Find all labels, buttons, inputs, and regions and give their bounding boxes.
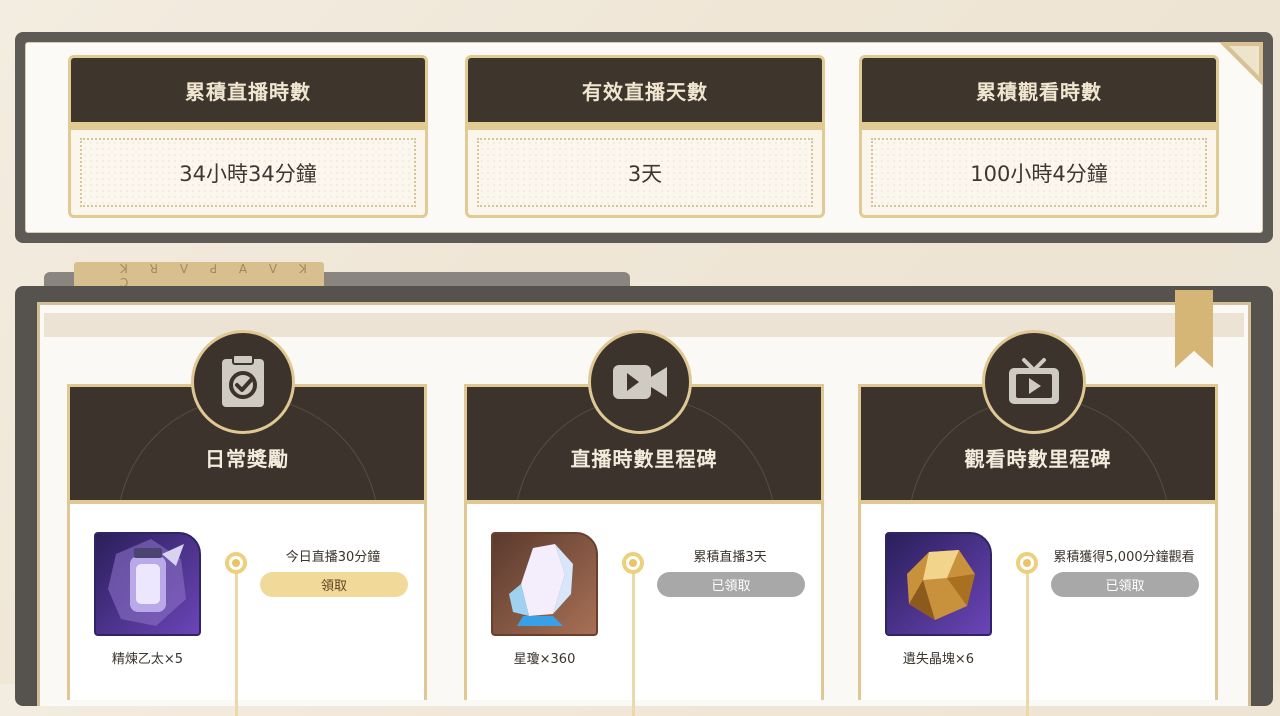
reward-card-watch-milestone: 遺失晶塊×6 累積獲得5,000分鐘觀看 已領取 (858, 500, 1218, 716)
claimed-button[interactable]: 已領取 (1051, 572, 1199, 597)
reward-condition: 累積獲得5,000分鐘觀看 (1053, 550, 1195, 565)
timeline-line (1026, 566, 1029, 716)
corner-fold-decoration (1219, 42, 1263, 86)
stat-card-watch-hours: 累積觀看時數 100小時4分鐘 (859, 55, 1219, 218)
stat-value: 100小時4分鐘 (871, 138, 1207, 207)
stat-value: 3天 (477, 138, 813, 207)
claim-button[interactable]: 領取 (260, 572, 408, 597)
timeline-dot (622, 552, 644, 574)
item-name: 星瓊×360 (513, 652, 576, 667)
stat-label: 累積觀看時數 (862, 58, 1216, 130)
tv-play-icon (982, 330, 1086, 434)
item-name: 遺失晶塊×6 (902, 652, 975, 667)
video-camera-icon (588, 330, 692, 434)
stat-card-stream-hours: 累積直播時數 34小時34分鐘 (68, 55, 428, 218)
claimed-button[interactable]: 已領取 (657, 572, 805, 597)
reward-card-stream-milestone: 星瓊×360 累積直播3天 已領取 (464, 500, 824, 716)
item-image-refined-ether (94, 532, 201, 636)
timeline-line (235, 566, 238, 716)
reward-condition: 累積直播3天 (693, 550, 767, 565)
reward-card-daily: 精煉乙太×5 今日直播30分鐘 領取 (67, 500, 427, 716)
reward-condition: 今日直播30分鐘 (285, 550, 381, 565)
timeline-dot (1016, 552, 1038, 574)
stat-card-stream-days: 有效直播天數 3天 (465, 55, 825, 218)
timeline-dot (225, 552, 247, 574)
stats-panel: 累積直播時數 34小時34分鐘 有效直播天數 3天 累積觀看時數 100小時4分… (15, 32, 1273, 243)
item-image-lost-crystal (885, 532, 992, 636)
stat-label: 有效直播天數 (468, 58, 822, 130)
stat-value: 34小時34分鐘 (80, 138, 416, 207)
clipboard-check-icon (191, 330, 295, 434)
stat-label: 累積直播時數 (71, 58, 425, 130)
item-image-stellar-jade (491, 532, 598, 636)
stats-panel-inner: 累積直播時數 34小時34分鐘 有效直播天數 3天 累積觀看時數 100小時4分… (25, 42, 1263, 233)
item-name: 精煉乙太×5 (111, 652, 184, 667)
timeline-line (632, 566, 635, 716)
